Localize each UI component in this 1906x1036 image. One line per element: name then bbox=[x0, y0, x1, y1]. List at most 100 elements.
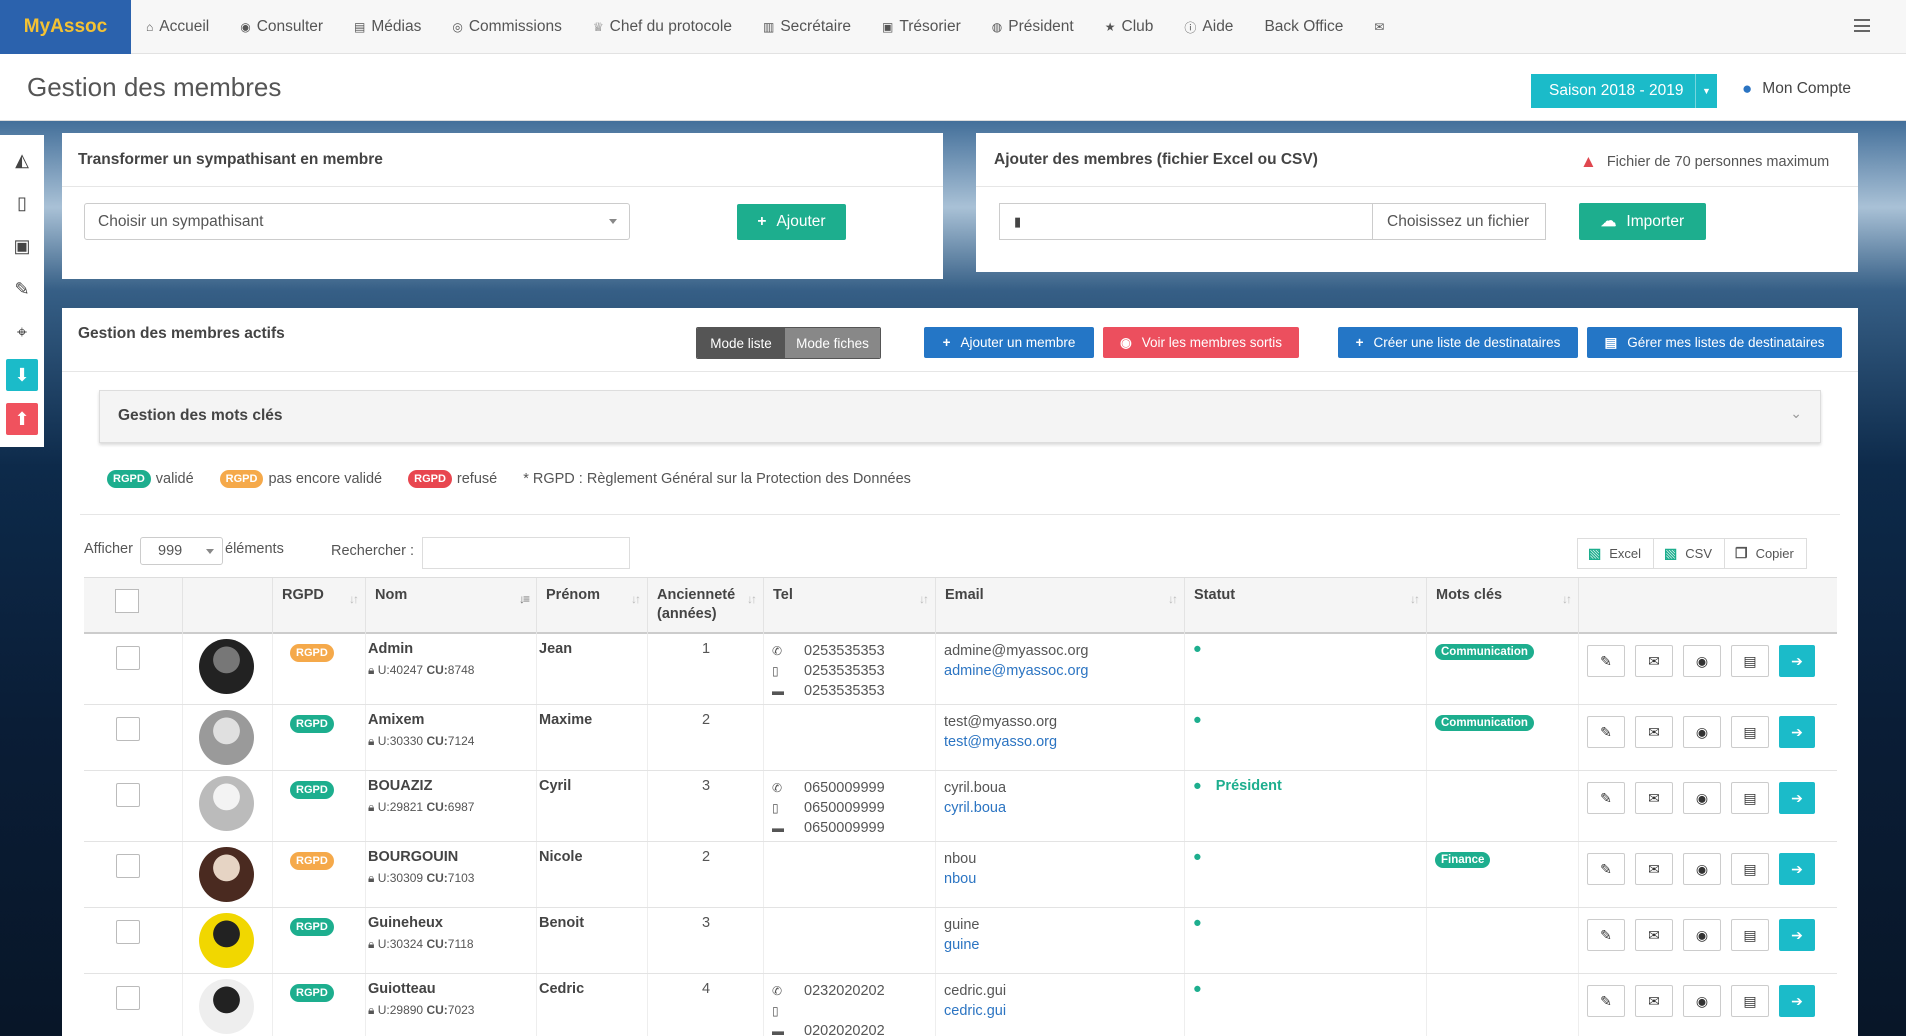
col-rgpd[interactable]: RGPD ↓↑ bbox=[273, 578, 366, 635]
eye-icon[interactable]: ◉ bbox=[1683, 985, 1721, 1017]
wrench-icon[interactable]: ✎ bbox=[6, 273, 38, 305]
document-icon[interactable]: ▯ bbox=[6, 187, 38, 219]
member-seniority: 4 bbox=[701, 981, 711, 997]
eye-icon[interactable]: ◉ bbox=[1683, 853, 1721, 885]
nav-item-2[interactable]: ▤ Médias bbox=[354, 18, 421, 36]
manage-lists-button[interactable]: ▤ Gérer mes listes de destinataires bbox=[1587, 327, 1842, 358]
col-statut[interactable]: Statut ↓↑ bbox=[1185, 578, 1427, 635]
chart-icon[interactable]: ◭ bbox=[6, 144, 38, 176]
login-icon[interactable]: ➔ bbox=[1779, 853, 1815, 885]
card-icon[interactable]: ▤ bbox=[1731, 919, 1769, 951]
nav-item-11[interactable]: ✉ bbox=[1374, 20, 1390, 34]
nav-item-3[interactable]: ◎ Commissions bbox=[452, 18, 562, 36]
envelope-icon[interactable]: ✉ bbox=[1635, 782, 1673, 814]
cell-divider bbox=[365, 771, 366, 841]
email-link[interactable]: admine@myassoc.org bbox=[944, 661, 1088, 681]
nav-item-10[interactable]: Back Office bbox=[1264, 18, 1343, 36]
email-link[interactable]: cedric.gui bbox=[944, 1001, 1006, 1021]
money-icon[interactable]: ▣ bbox=[6, 230, 38, 262]
import-button[interactable]: ☁ Importer bbox=[1579, 203, 1706, 240]
lock-icon: 🔒︎ bbox=[368, 734, 375, 748]
brand-logo[interactable]: MyAssoc bbox=[0, 0, 131, 54]
login-icon[interactable]: ➔ bbox=[1779, 716, 1815, 748]
email-link[interactable]: cyril.boua bbox=[944, 798, 1006, 818]
download-icon[interactable]: ⬇ bbox=[6, 359, 38, 391]
hamburger-icon[interactable] bbox=[1854, 19, 1870, 32]
edit-icon[interactable]: ✎ bbox=[1587, 919, 1625, 951]
nav-item-1[interactable]: ◉ Consulter bbox=[240, 18, 323, 36]
login-icon[interactable]: ➔ bbox=[1779, 645, 1815, 677]
row-checkbox[interactable] bbox=[116, 646, 140, 670]
sympathisant-select[interactable]: Choisir un sympathisant bbox=[84, 203, 630, 240]
eye-icon[interactable]: ◉ bbox=[1683, 782, 1721, 814]
choose-file-label[interactable]: Choisissez un fichier bbox=[1372, 204, 1529, 239]
edit-icon[interactable]: ✎ bbox=[1587, 645, 1625, 677]
page-length-select[interactable]: 999 bbox=[140, 537, 223, 565]
globe-icon: ◍ bbox=[991, 20, 1003, 34]
col-tel[interactable]: Tel ↓↑ bbox=[764, 578, 936, 635]
show-left-members-button[interactable]: ◉ Voir les membres sortis bbox=[1103, 327, 1299, 358]
envelope-icon[interactable]: ✉ bbox=[1635, 919, 1673, 951]
row-checkbox[interactable] bbox=[116, 986, 140, 1010]
nav-item-7[interactable]: ◍ Président bbox=[992, 18, 1074, 36]
page-header: Gestion des membres Saison 2018 - 2019 ▼ … bbox=[0, 54, 1906, 121]
eye-icon[interactable]: ◉ bbox=[1683, 716, 1721, 748]
row-checkbox[interactable] bbox=[116, 854, 140, 878]
envelope-icon[interactable]: ✉ bbox=[1635, 985, 1673, 1017]
add-sympathisant-button[interactable]: + Ajouter bbox=[737, 204, 846, 240]
copy-button[interactable]: ❐ Copier bbox=[1725, 539, 1806, 568]
row-checkbox[interactable] bbox=[116, 920, 140, 944]
login-icon[interactable]: ➔ bbox=[1779, 985, 1815, 1017]
card-icon[interactable]: ▤ bbox=[1731, 853, 1769, 885]
col-nom[interactable]: Nom ↓≡ bbox=[366, 578, 537, 635]
keywords-accordion[interactable]: Gestion des mots clés ⌄ bbox=[99, 390, 1821, 443]
card-icon[interactable]: ▤ bbox=[1731, 716, 1769, 748]
col-anciennete[interactable]: Ancienneté (années) ↓↑ bbox=[648, 578, 764, 635]
select-all-checkbox[interactable] bbox=[115, 589, 139, 613]
envelope-icon[interactable]: ✉ bbox=[1635, 853, 1673, 885]
member-u-id: 30309 bbox=[389, 871, 424, 885]
member-email: nbou nbou bbox=[944, 849, 976, 889]
mode-cards-button[interactable]: Mode fiches bbox=[785, 328, 880, 358]
edit-icon[interactable]: ✎ bbox=[1587, 853, 1625, 885]
row-checkbox[interactable] bbox=[116, 717, 140, 741]
envelope-icon[interactable]: ✉ bbox=[1635, 645, 1673, 677]
csv-button[interactable]: ▧ CSV bbox=[1654, 539, 1725, 568]
nav-item-9[interactable]: ⓘ Aide bbox=[1184, 18, 1233, 36]
col-email[interactable]: Email ↓↑ bbox=[936, 578, 1185, 635]
col-mots[interactable]: Mots clés ↓↑ bbox=[1427, 578, 1579, 635]
eye-icon[interactable]: ◉ bbox=[1683, 645, 1721, 677]
file-input[interactable]: ▮ Choisissez un fichier bbox=[999, 203, 1546, 240]
login-icon[interactable]: ➔ bbox=[1779, 782, 1815, 814]
email-link[interactable]: guine bbox=[944, 935, 979, 955]
envelope-icon[interactable]: ✉ bbox=[1635, 716, 1673, 748]
edit-icon[interactable]: ✎ bbox=[1587, 782, 1625, 814]
col-email-label: Email bbox=[945, 587, 984, 603]
excel-button[interactable]: ▧ Excel bbox=[1578, 539, 1655, 568]
email-text: nbou bbox=[944, 851, 977, 867]
nav-item-6[interactable]: ▣ Trésorier bbox=[882, 18, 961, 36]
map-marker-icon[interactable]: ⌖ bbox=[6, 316, 38, 348]
edit-icon[interactable]: ✎ bbox=[1587, 716, 1625, 748]
edit-icon[interactable]: ✎ bbox=[1587, 985, 1625, 1017]
nav-item-0[interactable]: ⌂ Accueil bbox=[146, 18, 209, 36]
login-icon[interactable]: ➔ bbox=[1779, 919, 1815, 951]
nav-item-5[interactable]: ▥ Secrétaire bbox=[763, 18, 851, 36]
account-menu[interactable]: ● Mon Compte bbox=[1742, 79, 1851, 99]
row-checkbox[interactable] bbox=[116, 783, 140, 807]
card-icon[interactable]: ▤ bbox=[1731, 645, 1769, 677]
create-list-button[interactable]: + Créer une liste de destinataires bbox=[1338, 327, 1578, 358]
col-prenom[interactable]: Prénom ↓↑ bbox=[537, 578, 648, 635]
email-link[interactable]: nbou bbox=[944, 869, 976, 889]
search-input[interactable] bbox=[422, 537, 630, 569]
nav-item-8[interactable]: ★ Club bbox=[1105, 18, 1154, 36]
upload-icon[interactable]: ⬆ bbox=[6, 403, 38, 435]
email-link[interactable]: test@myasso.org bbox=[944, 732, 1057, 752]
mode-list-button[interactable]: Mode liste bbox=[697, 328, 785, 358]
season-select[interactable]: Saison 2018 - 2019 ▼ bbox=[1531, 74, 1717, 108]
add-member-button[interactable]: + Ajouter un membre bbox=[924, 327, 1094, 358]
nav-item-4[interactable]: ♕ Chef du protocole bbox=[593, 18, 732, 36]
card-icon[interactable]: ▤ bbox=[1731, 985, 1769, 1017]
eye-icon[interactable]: ◉ bbox=[1683, 919, 1721, 951]
card-icon[interactable]: ▤ bbox=[1731, 782, 1769, 814]
